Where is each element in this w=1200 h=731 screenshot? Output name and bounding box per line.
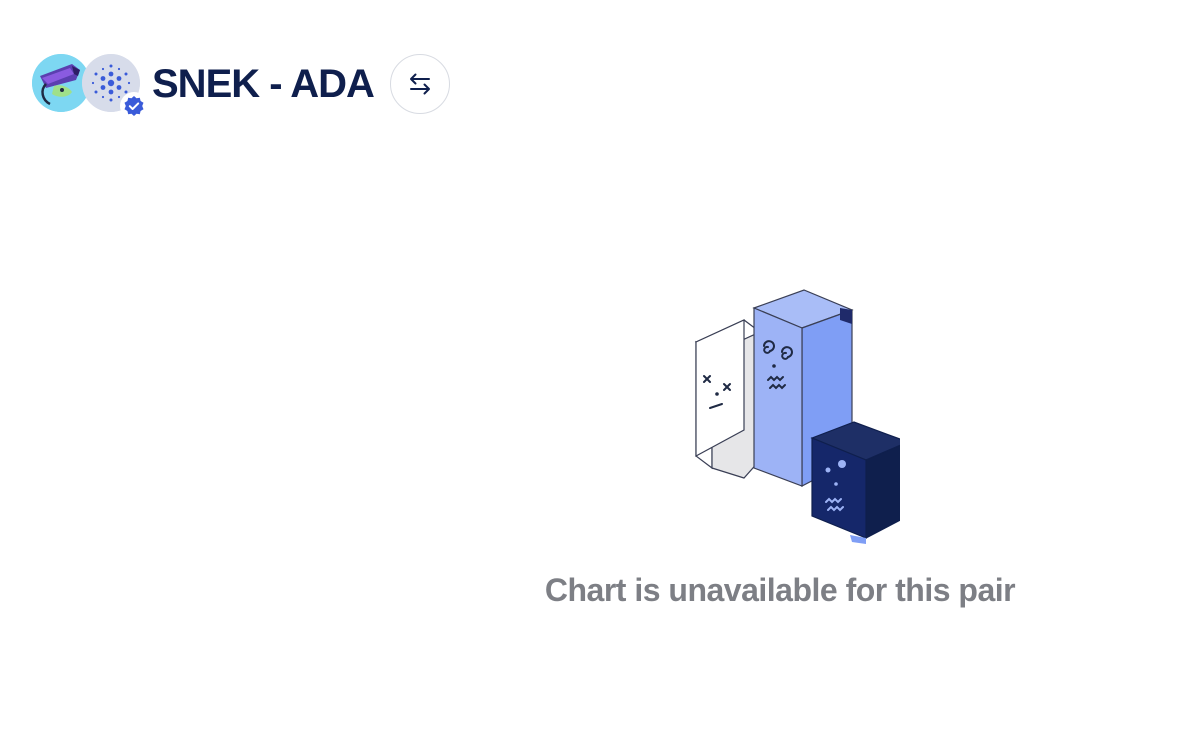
chart-unavailable-state: Chart is unavailable for this pair — [520, 280, 1040, 609]
sad-bar-blocks-illustration — [694, 289, 900, 544]
pair-title: SNEK - ADA — [152, 62, 375, 106]
token-pair-avatars — [32, 52, 150, 120]
swap-pair-button[interactable] — [389, 54, 450, 114]
navy-block — [810, 421, 900, 544]
chart-unavailable-message: Chart is unavailable for this pair — [544, 572, 1016, 608]
swap-arrows-icon — [409, 73, 430, 95]
pair-header: SNEK - ADA — [32, 52, 450, 120]
verified-badge-icon — [120, 92, 148, 120]
chart-panel: SNEK - ADA Chart is unavailable for this… — [0, 0, 1200, 731]
white-block — [694, 319, 762, 479]
